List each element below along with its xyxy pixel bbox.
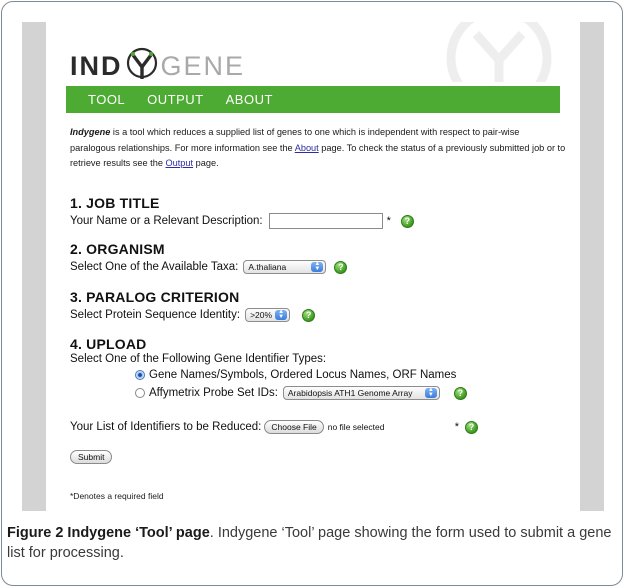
job-title-heading: 1. JOB TITLE (70, 195, 160, 211)
job-title-row: Your Name or a Relevant Description: * ? (70, 213, 414, 229)
choose-file-button[interactable]: Choose File (264, 420, 324, 434)
affymetrix-radio[interactable] (135, 388, 145, 398)
paralog-heading: 3. PARALOG CRITERION (70, 289, 240, 305)
upload-heading: 4. UPLOAD (70, 336, 147, 352)
upload-type-label: Select One of the Following Gene Identif… (70, 353, 327, 365)
job-title-label: Your Name or a Relevant Description: (70, 215, 263, 227)
organism-select[interactable]: A.thaliana ▲ ▼ (243, 260, 327, 274)
organism-selected-value: A.thaliana (248, 262, 287, 272)
figure-caption: Figure 2 Indygene ‘Tool’ page. Indygene … (7, 523, 619, 563)
job-title-help-icon[interactable]: ? (400, 214, 414, 228)
caption-title: Figure 2 Indygene ‘Tool’ page (7, 525, 210, 541)
intro-text-3: page. (193, 158, 219, 168)
tab-output[interactable]: OUTPUT (147, 92, 203, 107)
output-link[interactable]: Output (166, 158, 194, 168)
job-title-input[interactable] (268, 213, 383, 229)
intro-text: Indygene is a tool which reduces a suppl… (70, 125, 566, 172)
organism-row: Select One of the Available Taxa: A.thal… (70, 260, 348, 274)
about-link[interactable]: About (295, 143, 319, 153)
array-selected-value: Arabidopsis ATH1 Genome Array (287, 388, 413, 398)
upload-option-gene-names[interactable]: Gene Names/Symbols, Ordered Locus Names,… (135, 369, 456, 381)
submit-button[interactable]: Submit (70, 450, 113, 464)
intro-brand: Indygene (70, 127, 111, 137)
file-status: no file selected (327, 422, 385, 432)
figure-frame: IND GENE TOOL OUTPUT ABOUT Indygene is a… (1, 1, 623, 586)
paralog-help-icon[interactable]: ? (302, 308, 316, 322)
paralog-label: Select Protein Sequence Identity: (70, 309, 241, 321)
logo-prefix: IND (70, 51, 123, 81)
submit-row: Submit (70, 450, 113, 464)
paralog-row: Select Protein Sequence Identity: >20% ▲… (70, 308, 316, 322)
gene-names-label: Gene Names/Symbols, Ordered Locus Names,… (149, 369, 457, 381)
affymetrix-label: Affymetrix Probe Set IDs: (149, 387, 278, 399)
indygene-logo[interactable]: IND GENE (70, 47, 246, 82)
upload-option-affymetrix[interactable]: Affymetrix Probe Set IDs: Arabidopsis AT… (135, 386, 467, 400)
tab-tool[interactable]: TOOL (88, 92, 125, 107)
upload-help-icon[interactable]: ? (465, 420, 479, 434)
select-arrows-icon: ▲ ▼ (275, 309, 288, 320)
select-arrows-icon: ▲ ▼ (311, 261, 324, 272)
organism-heading: 2. ORGANISM (70, 241, 165, 257)
array-help-icon[interactable]: ? (453, 386, 467, 400)
paralog-select[interactable]: >20% ▲ ▼ (245, 308, 291, 322)
identifier-list-row: Your List of Identifiers to be Reduced: … (70, 420, 479, 434)
tab-about[interactable]: ABOUT (226, 92, 273, 107)
select-arrows-icon: ▲ ▼ (424, 387, 437, 398)
identifier-list-label: Your List of Identifiers to be Reduced: (70, 421, 262, 433)
paralog-selected-value: >20% (250, 310, 273, 320)
required-footnote: *Denotes a required field (70, 491, 164, 501)
logo-y-icon (124, 46, 160, 82)
upload-required-mark: * (454, 421, 460, 433)
indygene-page: IND GENE TOOL OUTPUT ABOUT Indygene is a… (46, 22, 580, 511)
array-select[interactable]: Arabidopsis ATH1 Genome Array ▲ ▼ (282, 386, 440, 400)
nav-bar: TOOL OUTPUT ABOUT (66, 86, 560, 113)
organism-label: Select One of the Available Taxa: (70, 261, 239, 273)
logo-suffix: GENE (160, 51, 246, 81)
organism-help-icon[interactable]: ? (334, 260, 348, 274)
background-logo-icon (440, 22, 558, 82)
gene-names-radio[interactable] (135, 370, 145, 380)
job-title-required-mark: * (386, 215, 391, 227)
